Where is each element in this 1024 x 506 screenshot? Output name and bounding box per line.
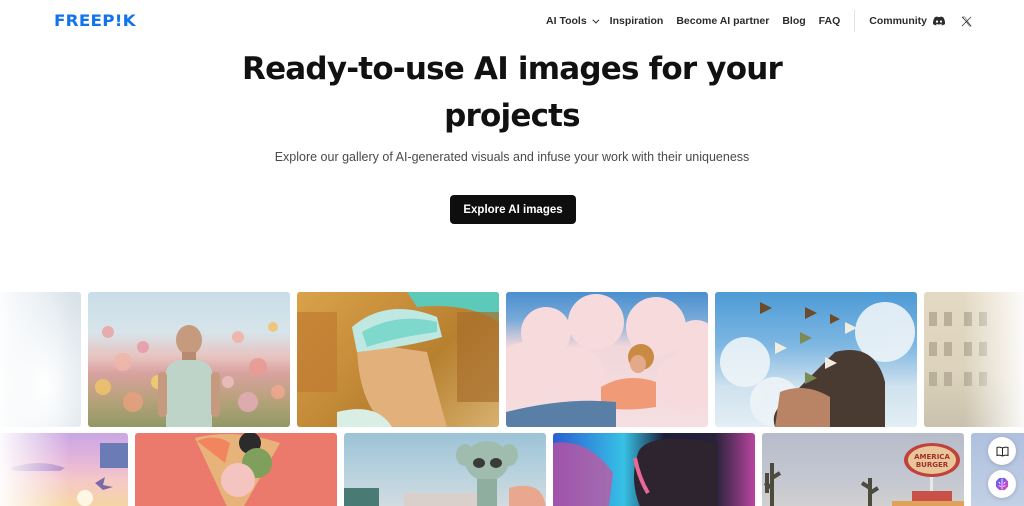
gallery-image-butterflies-head[interactable] <box>715 292 917 427</box>
svg-text:BURGER: BURGER <box>916 461 949 469</box>
hero-title-line-1: Ready-to-use AI images for your <box>242 51 783 87</box>
nav-ai-tools-label: AI Tools <box>546 15 587 27</box>
book-icon <box>996 446 1009 457</box>
hero-subtitle: Explore our gallery of AI-generated visu… <box>274 150 750 164</box>
discord-icon <box>933 16 945 26</box>
nav-blog[interactable]: Blog <box>782 15 805 27</box>
chevron-down-icon <box>592 16 600 24</box>
nav-become-ai-partner[interactable]: Become AI partner <box>676 15 769 27</box>
hero-title: Ready-to-use AI images for your projects <box>0 46 1024 140</box>
gallery-image-vr-headset-desert[interactable] <box>297 292 499 427</box>
gallery-image-pastel-sunset[interactable] <box>0 433 128 506</box>
nav-inspiration[interactable]: Inspiration <box>610 15 664 27</box>
gallery-image-flower-field[interactable] <box>88 292 290 427</box>
gallery-image-america-burger[interactable]: AMERICA BURGER <box>762 433 964 506</box>
book-button[interactable] <box>988 437 1016 465</box>
gallery-image-neon-faces[interactable] <box>553 433 755 506</box>
freepik-logo[interactable]: FREEP!K <box>54 11 136 30</box>
x-twitter-icon[interactable] <box>961 16 972 27</box>
top-header: FREEP!K AI Tools Inspiration Become AI p… <box>0 0 1024 42</box>
america-burger-sign-text: AMERICA <box>914 453 950 461</box>
gallery-image-alien[interactable] <box>344 433 546 506</box>
nav-community[interactable]: Community <box>869 15 945 27</box>
gallery-image-clouds[interactable] <box>0 292 81 427</box>
hero-title-line-2: projects <box>444 98 580 134</box>
gallery-image-building-facade[interactable] <box>924 292 1024 427</box>
brain-icon <box>994 476 1010 492</box>
main-nav: AI Tools Inspiration Become AI partner B… <box>546 0 972 42</box>
brain-button[interactable] <box>988 470 1016 498</box>
gallery-image-sushi-cone[interactable] <box>135 433 337 506</box>
nav-divider <box>854 10 856 32</box>
nav-faq[interactable]: FAQ <box>819 15 841 27</box>
gallery-image-woman-on-clouds[interactable] <box>506 292 708 427</box>
nav-ai-tools[interactable]: AI Tools <box>546 15 600 27</box>
explore-ai-images-button[interactable]: Explore AI images <box>450 195 576 224</box>
nav-community-label: Community <box>869 15 927 27</box>
